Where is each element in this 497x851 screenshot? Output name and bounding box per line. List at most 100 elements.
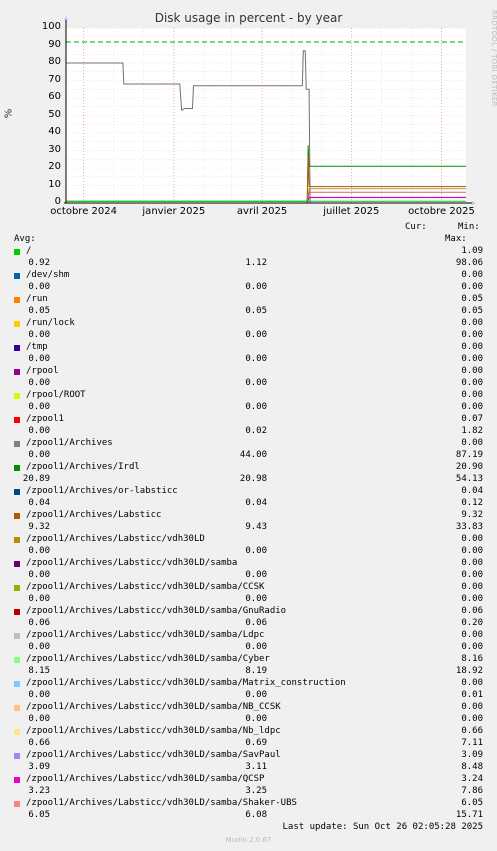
legend-swatch: [14, 585, 20, 591]
legend-label: /zpool1/Archives/Labsticc/vdh30LD/samba/…: [26, 702, 281, 712]
legend-swatch: [14, 705, 20, 711]
legend-swatch: [14, 657, 20, 663]
legend-swatch: [14, 321, 20, 327]
legend-cur: 0.00: [28, 642, 50, 652]
legend-label: /zpool1/Archives/Labsticc/vdh30LD/samba/…: [26, 750, 281, 760]
legend-min: 0.04: [245, 498, 267, 508]
y-tick-label: 40: [48, 126, 61, 137]
legend-max: 0.00: [461, 594, 483, 604]
legend-label: /zpool1/Archives/Labsticc/vdh30LD/samba/…: [26, 630, 265, 640]
legend-swatch: [14, 369, 20, 375]
legend-swatch: [14, 753, 20, 759]
legend-label: /zpool1/Archives/Labsticc/vdh30LD/samba/…: [26, 654, 270, 664]
legend-header-max: Max:: [445, 234, 467, 244]
legend-min: 0.05: [245, 306, 267, 316]
legend-max: 54.13: [455, 474, 483, 484]
legend-max: 0.20: [461, 618, 483, 628]
legend-min: 0.00: [245, 594, 267, 604]
legend-label: /run/lock: [26, 318, 75, 328]
legend-avg: 0.04: [461, 486, 483, 496]
legend-label: /rpool: [26, 366, 59, 376]
legend-label: /zpool1/Archives/Labsticc/vdh30LD/samba/…: [26, 726, 281, 736]
legend-header-avg: Avg:: [14, 234, 36, 244]
legend-label: /zpool1/Archives/or-labsticc: [26, 486, 178, 496]
legend-min: 0.00: [245, 402, 267, 412]
munin-version: Munin 2.0.67: [225, 836, 272, 844]
legend-min: 6.08: [245, 810, 267, 820]
legend-cur: 0.00: [28, 450, 50, 460]
legend-avg: 3.24: [461, 774, 483, 784]
legend-max: 0.00: [461, 330, 483, 340]
plot-area: [64, 16, 476, 205]
legend-swatch: [14, 537, 20, 543]
legend-swatch: [14, 513, 20, 519]
legend-label: /tmp: [26, 342, 48, 352]
legend-avg: 0.00: [461, 438, 483, 448]
legend-avg: 0.00: [461, 390, 483, 400]
legend-label: /dev/shm: [26, 270, 70, 280]
legend-cur: 3.09: [28, 762, 50, 772]
legend-cur: 0.00: [28, 330, 50, 340]
legend-cur: 0.04: [28, 498, 50, 508]
y-tick-label: 30: [48, 143, 61, 155]
legend-avg: 9.32: [461, 510, 483, 520]
legend-max: 0.05: [461, 306, 483, 316]
y-tick-label: 100: [41, 21, 61, 32]
legend-avg: 0.00: [461, 270, 483, 280]
legend-swatch: [14, 777, 20, 783]
legend-max: 7.11: [461, 738, 483, 748]
legend-label: /zpool1/Archives/Labsticc: [26, 510, 162, 520]
legend-max: 0.00: [461, 402, 483, 412]
legend-cur: 20.89: [22, 474, 50, 484]
legend-swatch: [14, 465, 20, 471]
legend-swatch: [14, 633, 20, 639]
legend-min: 0.00: [245, 642, 267, 652]
legend-label: /zpool1/Archives/Labsticc/vdh30LD/samba/…: [26, 678, 346, 688]
legend-avg: 0.00: [461, 366, 483, 376]
last-update: Last update: Sun Oct 26 02:05:28 2025: [282, 822, 483, 832]
legend-max: 15.71: [455, 810, 483, 820]
legend-avg: 0.06: [461, 606, 483, 616]
legend-min: 0.00: [245, 354, 267, 364]
legend-avg: 0.05: [461, 294, 483, 304]
legend-label: /zpool1/Archives/Labsticc/vdh30LD: [26, 534, 205, 544]
legend-swatch: [14, 489, 20, 495]
legend-min: 44.00: [239, 450, 267, 460]
legend-min: 0.06: [245, 618, 267, 628]
legend-swatch: [14, 729, 20, 735]
legend-swatch: [14, 273, 20, 279]
legend-avg: 0.00: [461, 342, 483, 352]
legend-cur: 0.00: [28, 570, 50, 580]
legend-avg: 8.16: [461, 654, 483, 664]
legend-max: 0.12: [461, 498, 483, 508]
y-tick-label: 20: [48, 161, 61, 172]
legend-cur: 8.15: [28, 666, 50, 676]
legend-min: 0.00: [245, 546, 267, 556]
legend-min: 1.12: [245, 258, 267, 268]
legend-cur: 0.00: [28, 378, 50, 388]
legend-label: /: [26, 246, 32, 256]
legend-cur: 0.00: [28, 282, 50, 292]
x-axis-arrow: [472, 201, 476, 205]
x-tick-label: octobre 2025: [408, 206, 475, 217]
legend-max: 18.92: [455, 666, 483, 676]
legend-cur: 9.32: [28, 522, 50, 532]
legend-avg: 0.07: [461, 414, 483, 424]
legend-label: /zpool1/Archives/Labsticc/vdh30LD/samba/…: [26, 606, 287, 616]
legend-min: 3.25: [245, 786, 267, 796]
legend-cur: 0.00: [28, 402, 50, 412]
legend-max: 0.00: [461, 546, 483, 556]
legend-min: 3.11: [245, 762, 267, 772]
legend-swatch: [14, 249, 20, 255]
legend-cur: 0.06: [28, 618, 50, 628]
legend-label: /zpool1/Archives/Irdl: [26, 462, 140, 472]
legend-avg: 0.00: [461, 534, 483, 544]
legend-cur: 0.00: [28, 690, 50, 700]
y-tick-label: 70: [48, 73, 61, 85]
legend-swatch: [14, 345, 20, 351]
y-tick-label: 80: [48, 56, 61, 67]
legend-max: 0.00: [461, 714, 483, 724]
legend-max: 1.82: [461, 426, 483, 436]
legend-cur: 0.00: [28, 546, 50, 556]
legend-cur: 3.23: [28, 786, 50, 796]
